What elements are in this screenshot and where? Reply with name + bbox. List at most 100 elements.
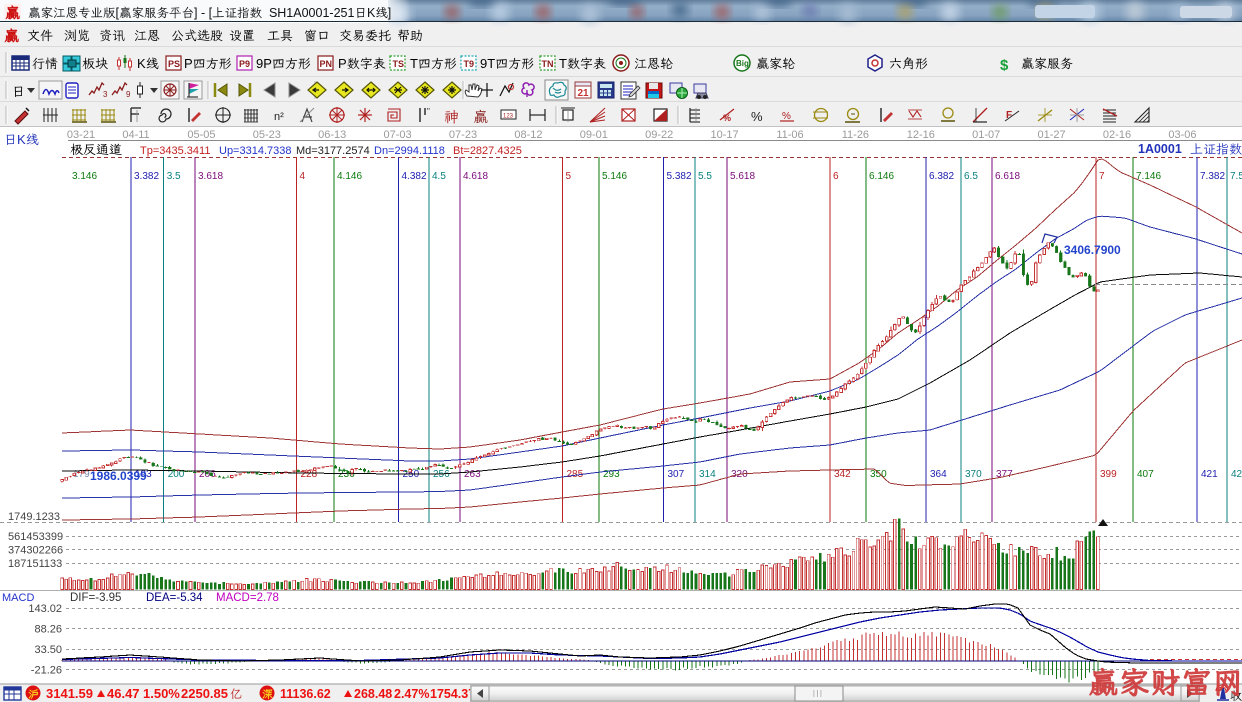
- svg-text:T: T: [559, 56, 567, 71]
- svg-text:03-06: 03-06: [1168, 129, 1196, 141]
- svg-text:T9: T9: [464, 59, 475, 69]
- svg-text:407: 407: [1137, 469, 1154, 480]
- svg-text:07-03: 07-03: [384, 129, 412, 141]
- svg-text:6.382: 6.382: [929, 171, 954, 182]
- svg-text:5.5: 5.5: [698, 171, 712, 182]
- svg-text:3141.59: 3141.59: [46, 686, 93, 701]
- svg-text:P: P: [184, 56, 193, 71]
- svg-text:4: 4: [300, 171, 306, 182]
- svg-text:$: $: [1000, 57, 1009, 74]
- svg-text:1.50%: 1.50%: [143, 686, 180, 701]
- svg-text:-21.26: -21.26: [31, 665, 62, 677]
- svg-text:3.146: 3.146: [72, 171, 97, 182]
- svg-text:[: [: [116, 6, 120, 20]
- svg-text:5: 5: [566, 171, 572, 182]
- svg-text:%: %: [723, 113, 731, 123]
- svg-text:1749.1233: 1749.1233: [8, 511, 60, 523]
- svg-text:46.47: 46.47: [107, 686, 140, 701]
- svg-text:370: 370: [965, 469, 982, 480]
- svg-text:5.382: 5.382: [667, 171, 692, 182]
- svg-text:123: 123: [503, 114, 514, 120]
- svg-text:01-27: 01-27: [1038, 129, 1066, 141]
- svg-text:DEA=-5.34: DEA=-5.34: [146, 592, 203, 604]
- svg-text:05-23: 05-23: [253, 129, 281, 141]
- svg-text:143.02: 143.02: [28, 603, 62, 615]
- svg-text:10-17: 10-17: [711, 129, 739, 141]
- svg-text:11-06: 11-06: [776, 129, 803, 141]
- svg-text:T: T: [410, 56, 418, 71]
- svg-text:377: 377: [996, 469, 1013, 480]
- svg-text:03-21: 03-21: [67, 129, 95, 141]
- svg-text:02-16: 02-16: [1103, 129, 1131, 141]
- svg-text:88.26: 88.26: [34, 624, 62, 636]
- svg-text:SH1A0001-251: SH1A0001-251: [262, 6, 354, 20]
- svg-text:MACD=2.78: MACD=2.78: [216, 592, 279, 604]
- svg-text:TN: TN: [542, 59, 554, 69]
- svg-text:374302266: 374302266: [8, 545, 63, 557]
- svg-text:4.5: 4.5: [432, 171, 446, 182]
- svg-text:Big: Big: [736, 59, 749, 68]
- svg-text:08-12: 08-12: [514, 129, 542, 141]
- svg-text:307: 307: [668, 469, 685, 480]
- svg-text:04-11: 04-11: [122, 129, 149, 141]
- svg-text:09-22: 09-22: [645, 129, 673, 141]
- svg-text:7.5: 7.5: [1230, 171, 1242, 182]
- svg-text:33.50: 33.50: [34, 644, 62, 656]
- svg-text:TS: TS: [393, 59, 405, 69]
- svg-text:3.618: 3.618: [198, 171, 223, 182]
- svg-text:4.146: 4.146: [337, 171, 362, 182]
- svg-text:9T: 9T: [480, 56, 495, 71]
- svg-text:11-26: 11-26: [842, 129, 869, 141]
- svg-text:]: ]: [388, 6, 391, 20]
- svg-text:Tp=3435.3411: Tp=3435.3411: [140, 145, 210, 157]
- svg-text:421: 421: [1201, 469, 1218, 480]
- svg-text:9: 9: [126, 90, 131, 99]
- svg-text:268.48: 268.48: [354, 687, 392, 701]
- svg-text:364: 364: [930, 469, 947, 480]
- svg-text:6: 6: [833, 171, 839, 182]
- svg-text:Bt=2827.4325: Bt=2827.4325: [453, 145, 522, 157]
- svg-text:11136.62: 11136.62: [280, 687, 331, 701]
- svg-text:06-13: 06-13: [318, 129, 346, 141]
- svg-text:342: 342: [834, 469, 851, 480]
- svg-text:K: K: [137, 56, 146, 71]
- svg-text:6.5: 6.5: [964, 171, 978, 182]
- svg-text:09-01: 09-01: [580, 129, 608, 141]
- svg-text:6.146: 6.146: [869, 171, 894, 182]
- svg-text:%: %: [751, 109, 763, 124]
- svg-text:K: K: [367, 6, 376, 20]
- svg-text:07-23: 07-23: [449, 129, 477, 141]
- svg-text:314: 314: [699, 469, 716, 480]
- svg-text:3.382: 3.382: [134, 171, 159, 182]
- svg-text:2.47%: 2.47%: [394, 687, 429, 701]
- svg-text:P9: P9: [239, 59, 250, 69]
- svg-text:%: %: [782, 111, 791, 122]
- svg-text:399: 399: [1100, 469, 1117, 480]
- svg-text:": ": [427, 107, 430, 116]
- svg-text:Md=3177.2574: Md=3177.2574: [296, 145, 370, 157]
- svg-text:428: 428: [1231, 469, 1242, 480]
- svg-text:7.382: 7.382: [1200, 171, 1225, 182]
- svg-text:9P: 9P: [256, 56, 272, 71]
- svg-text:187151133: 187151133: [8, 558, 62, 570]
- svg-text:Dn=2994.1118: Dn=2994.1118: [374, 145, 445, 157]
- svg-text:2250.85: 2250.85: [181, 686, 228, 701]
- svg-text:K: K: [17, 132, 26, 147]
- svg-text:1754.37: 1754.37: [430, 687, 475, 701]
- svg-text:5.618: 5.618: [730, 171, 755, 182]
- svg-text:7: 7: [1099, 171, 1105, 182]
- svg-text:6.618: 6.618: [995, 171, 1020, 182]
- svg-text:P: P: [338, 56, 347, 71]
- svg-text:561453399: 561453399: [8, 531, 63, 543]
- svg-text:1986.0399: 1986.0399: [90, 469, 147, 483]
- svg-text:DIF=-3.95: DIF=-3.95: [70, 592, 121, 604]
- svg-text:] - [: ] - [: [194, 6, 213, 20]
- svg-text:4.618: 4.618: [463, 171, 488, 182]
- svg-text:4.382: 4.382: [402, 171, 427, 182]
- svg-text:12-16: 12-16: [907, 129, 935, 141]
- svg-text:5.146: 5.146: [602, 171, 627, 182]
- svg-text:05-05: 05-05: [187, 129, 215, 141]
- svg-text:01-07: 01-07: [972, 129, 1000, 141]
- svg-text:3.5: 3.5: [167, 171, 181, 182]
- svg-text:3: 3: [103, 90, 108, 99]
